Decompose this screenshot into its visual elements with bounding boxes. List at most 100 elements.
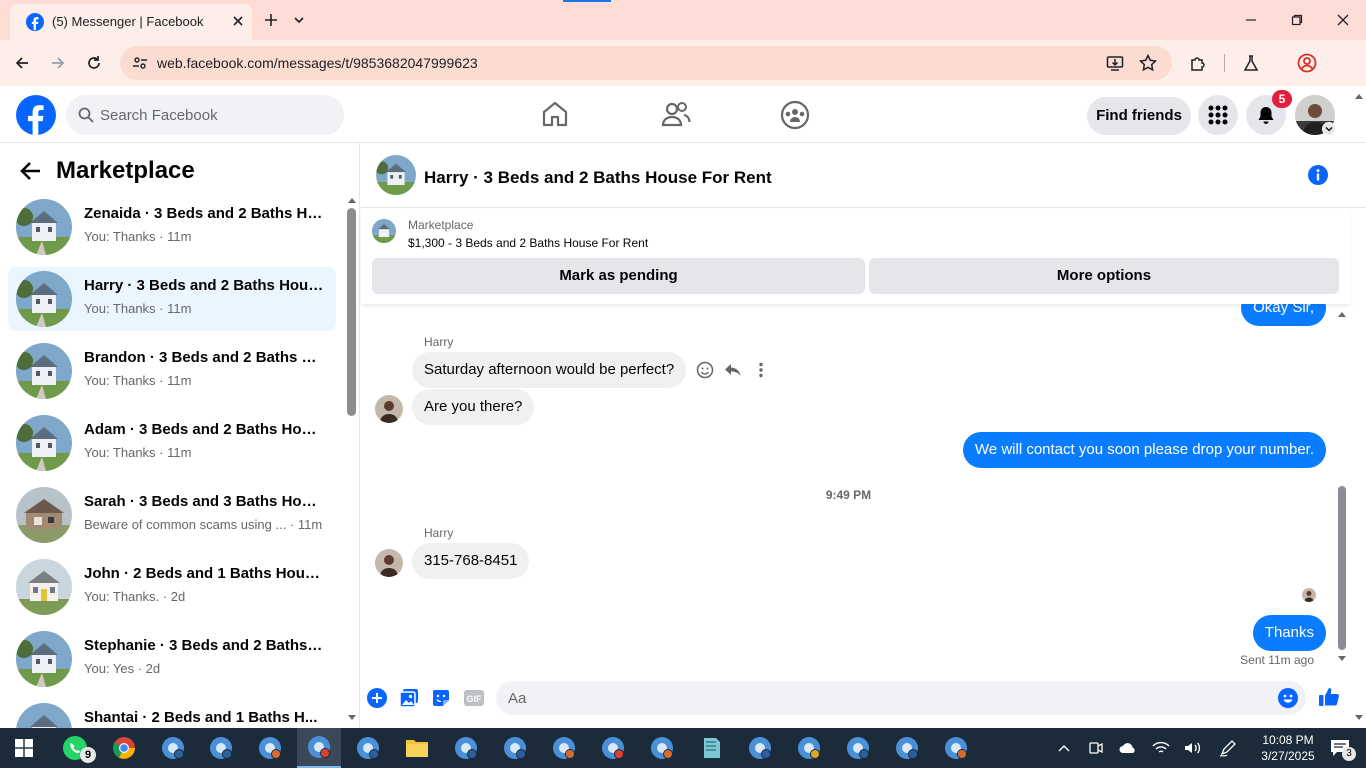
chat-item-shantai[interactable]: Shantai · 2 Beds and 1 Baths H... (8, 699, 336, 728)
scroll-up-arrow-icon[interactable] (1337, 310, 1347, 318)
bookmark-star-icon[interactable] (1139, 54, 1157, 72)
incoming-message[interactable]: 315-768-8451 (412, 543, 530, 579)
house-thumbnail (16, 415, 72, 471)
install-app-icon[interactable] (1106, 54, 1124, 72)
start-windows-icon[interactable] (2, 728, 46, 768)
chrome-icon[interactable] (102, 728, 146, 768)
tab-search-chevron-icon[interactable] (287, 8, 311, 32)
window-close-icon[interactable] (1320, 0, 1366, 40)
page-scroll-up-arrow-icon[interactable] (1354, 92, 1364, 100)
site-settings-icon[interactable] (132, 55, 148, 71)
mark-as-pending-button[interactable]: Mark as pending (372, 258, 865, 294)
onedrive-cloud-icon[interactable] (1110, 728, 1146, 768)
chat-item-stephanie[interactable]: Stephanie · 3 Beds and 2 Baths ... You: … (8, 627, 336, 691)
friends-icon[interactable] (661, 100, 691, 128)
search-input[interactable] (100, 95, 336, 135)
back-arrow-icon[interactable] (20, 161, 42, 181)
profile-icon[interactable] (1293, 49, 1321, 77)
labs-flask-icon[interactable] (1237, 49, 1265, 77)
outgoing-message[interactable]: Okay Sir, (1241, 304, 1326, 326)
sticker-icon[interactable] (431, 688, 451, 708)
sender-avatar[interactable] (375, 395, 403, 423)
scroll-down-arrow-icon[interactable] (347, 714, 357, 722)
chrome-profile-active-icon[interactable] (297, 728, 341, 768)
scroll-up-arrow-icon[interactable] (347, 196, 357, 204)
whatsapp-icon[interactable]: 9 (53, 728, 97, 768)
thumbs-up-icon[interactable] (1318, 686, 1340, 708)
menu-grid-icon[interactable] (1198, 95, 1238, 135)
message-input[interactable] (508, 681, 1268, 715)
chrome-profile-icon[interactable] (591, 728, 635, 768)
message-input-box[interactable] (496, 681, 1306, 715)
sender-avatar[interactable] (375, 549, 403, 577)
chat-item-adam[interactable]: Adam · 3 Beds and 2 Baths Hous... You: T… (8, 411, 336, 475)
account-chevron-icon[interactable] (1322, 122, 1336, 136)
new-tab-icon[interactable] (259, 8, 283, 32)
outgoing-message[interactable]: We will contact you soon please drop you… (962, 432, 1326, 468)
emoji-picker-icon[interactable] (1278, 688, 1298, 708)
chrome-profile-icon[interactable] (151, 728, 195, 768)
chrome-profile-icon[interactable] (787, 728, 831, 768)
groups-icon[interactable] (780, 100, 810, 130)
chat-item-zenaida[interactable]: Zenaida · 3 Beds and 2 Baths Ho... You: … (8, 195, 336, 259)
facebook-logo-icon[interactable] (16, 95, 56, 135)
chrome-profile-icon[interactable] (248, 728, 292, 768)
notification-center-icon[interactable]: 3 (1316, 728, 1364, 768)
chrome-profile-icon[interactable] (493, 728, 537, 768)
volume-icon[interactable] (1175, 728, 1211, 768)
chrome-profile-icon[interactable] (738, 728, 782, 768)
incoming-message[interactable]: Are you there? (412, 389, 535, 425)
taskbar-clock[interactable]: 10:08 PM 3/27/2025 (1258, 732, 1318, 764)
chat-item-sarah[interactable]: Sarah · 3 Beds and 3 Baths Hous... Bewar… (8, 483, 336, 547)
info-icon[interactable] (1308, 165, 1328, 185)
chrome-profile-icon[interactable] (934, 728, 978, 768)
gif-icon[interactable]: GIF (463, 688, 485, 708)
chat-preview: You: Thanks. · 2d (84, 589, 186, 604)
chat-item-brandon[interactable]: Brandon · 3 Beds and 2 Baths H... You: T… (8, 339, 336, 403)
message-scrollbar[interactable] (1338, 486, 1346, 650)
photo-gallery-icon[interactable] (399, 688, 419, 708)
chrome-profile-icon[interactable] (640, 728, 684, 768)
back-arrow-icon[interactable] (8, 49, 36, 77)
extensions-icon[interactable] (1184, 49, 1212, 77)
house-thumbnail (16, 559, 72, 615)
address-bar[interactable]: web.facebook.com/messages/t/985368204799… (120, 46, 1172, 80)
incoming-message[interactable]: Saturday afternoon would be perfect? (412, 352, 687, 388)
chrome-profile-icon[interactable] (444, 728, 488, 768)
notification-badge: 5 (1272, 90, 1292, 108)
chrome-profile-icon[interactable] (199, 728, 243, 768)
forward-arrow-icon[interactable] (44, 49, 72, 77)
wifi-icon[interactable] (1143, 728, 1179, 768)
reload-icon[interactable] (80, 49, 108, 77)
conversation-title[interactable]: Harry · 3 Beds and 2 Baths House For Ren… (424, 168, 772, 188)
conversation-thumbnail[interactable] (376, 155, 416, 195)
add-attachment-icon[interactable] (367, 688, 387, 708)
chrome-profile-icon[interactable] (346, 728, 390, 768)
chrome-profile-icon[interactable] (836, 728, 880, 768)
minimize-icon[interactable] (1228, 0, 1274, 40)
browser-tab[interactable]: (5) Messenger | Facebook (10, 4, 252, 40)
chrome-profile-icon[interactable] (885, 728, 929, 768)
more-options-button[interactable]: More options (869, 258, 1339, 294)
chat-item-john[interactable]: John · 2 Beds and 1 Baths House... You: … (8, 555, 336, 619)
facebook-search[interactable] (66, 95, 344, 135)
reply-icon[interactable] (724, 361, 742, 379)
listing-price[interactable]: $1,300 - 3 Beds and 2 Baths House For Re… (408, 236, 648, 250)
chrome-profile-icon[interactable] (542, 728, 586, 768)
restore-icon[interactable] (1274, 0, 1320, 40)
find-friends-button[interactable]: Find friends (1087, 97, 1191, 135)
chat-preview: You: Thanks · 11m (84, 373, 192, 388)
chat-list-scrollbar[interactable] (347, 208, 356, 416)
react-emoji-icon[interactable] (696, 361, 714, 379)
file-explorer-icon[interactable] (395, 728, 439, 768)
chat-item-harry[interactable]: Harry · 3 Beds and 2 Baths Hous... You: … (8, 267, 336, 331)
marketplace-chat-list: Marketplace Zenaida · 3 Beds and 2 Baths… (0, 143, 360, 728)
scroll-down-arrow-icon[interactable] (1337, 655, 1347, 663)
home-icon[interactable] (540, 100, 570, 128)
meet-now-icon[interactable] (1078, 728, 1114, 768)
outgoing-message[interactable]: Thanks (1252, 615, 1326, 651)
pen-ink-icon[interactable] (1210, 728, 1246, 768)
notepad-app-icon[interactable] (689, 728, 733, 768)
more-actions-icon[interactable] (752, 361, 770, 379)
tab-close-icon[interactable] (230, 13, 246, 29)
